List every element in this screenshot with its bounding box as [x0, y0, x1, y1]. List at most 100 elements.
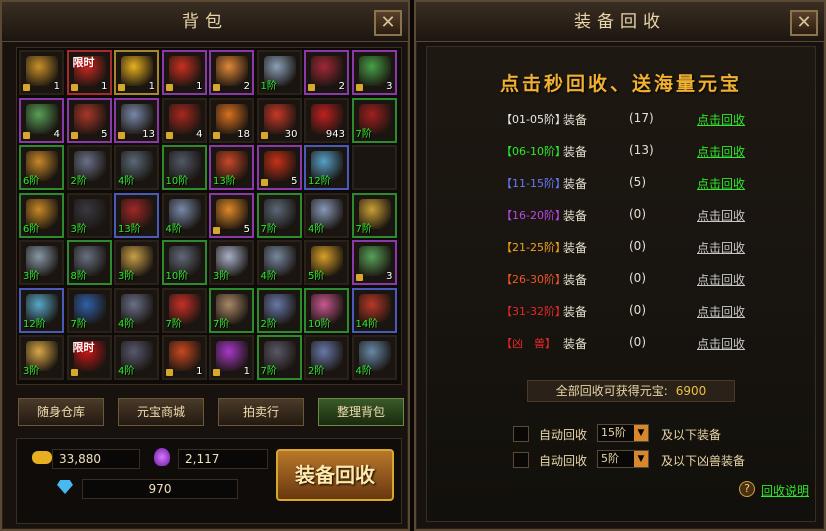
bag-slot[interactable]: 4阶 — [304, 192, 349, 238]
bag-slot[interactable]: 4阶 — [351, 335, 397, 380]
bag-slot[interactable]: 7阶 — [351, 97, 397, 143]
bag-slot[interactable]: 3 — [351, 50, 397, 95]
bag-slot[interactable]: 8阶 — [66, 240, 112, 285]
help-icon[interactable]: ? — [739, 481, 755, 497]
tier-range: 【31-32阶】 — [501, 305, 566, 318]
item-level: 7阶 — [260, 223, 277, 235]
bag-slot[interactable]: 2阶 — [66, 145, 112, 190]
recycle-row: 【16-20阶】 装备 (0) 点击回收 — [501, 207, 801, 225]
tier-count: (0) — [629, 239, 646, 253]
item-count: 5 — [101, 128, 108, 140]
bag-slot[interactable]: 限时 — [66, 335, 112, 380]
auto-recycle-checkbox[interactable] — [513, 426, 529, 442]
bag-slot[interactable]: 3阶 — [19, 240, 64, 285]
equipment-recycle-button[interactable]: 装备回收 — [276, 449, 394, 501]
bag-slot[interactable]: 13阶 — [114, 192, 159, 238]
bag-slot[interactable]: 4阶 — [161, 192, 207, 238]
bag-slot[interactable]: 10阶 — [161, 240, 207, 285]
bag-slot[interactable]: 12阶 — [19, 287, 64, 333]
bag-slot[interactable]: 13 — [114, 97, 159, 143]
warehouse-button[interactable]: 随身仓库 — [18, 398, 104, 426]
bag-slot[interactable]: 6阶 — [19, 192, 64, 238]
bag-slot[interactable]: 2 — [209, 50, 254, 95]
recycle-title: 装备回收 — [416, 2, 824, 42]
bag-slot[interactable]: 4阶 — [114, 145, 159, 190]
item-level: 13阶 — [213, 176, 236, 187]
bag-slot[interactable]: 1 — [161, 335, 207, 380]
bag-slot[interactable]: 1 — [19, 50, 64, 95]
bag-slot[interactable]: 6阶 — [19, 145, 64, 190]
sort-bag-button[interactable]: 整理背包 — [318, 398, 404, 426]
tier-range: 【26-30阶】 — [501, 273, 566, 286]
item-count: 13 — [142, 128, 155, 140]
shop-button[interactable]: 元宝商城 — [118, 398, 204, 426]
recycle-link[interactable]: 点击回收 — [697, 335, 745, 352]
bag-slot[interactable]: 7阶 — [256, 335, 302, 380]
item-level: 5阶 — [308, 271, 325, 282]
recycle-link[interactable]: 点击回收 — [697, 207, 745, 224]
tier-range: 【11-15阶】 — [501, 177, 566, 190]
bag-slot[interactable]: 1阶 — [256, 50, 302, 95]
bag-close-button[interactable]: ✕ — [374, 10, 402, 36]
recycle-close-button[interactable]: ✕ — [790, 10, 818, 36]
bag-slot[interactable]: 7阶 — [351, 192, 397, 238]
auto-recycle-level-select[interactable]: 15阶 ▼ — [597, 424, 649, 442]
recycle-link[interactable]: 点击回收 — [697, 239, 745, 256]
bag-slot[interactable]: 30 — [256, 97, 302, 143]
tier-range: 【01-05阶】 — [501, 113, 566, 126]
bag-slot[interactable]: 3阶 — [19, 335, 64, 380]
recycle-row: 【凶 兽】 装备 (0) 点击回收 — [501, 335, 801, 353]
bag-slot[interactable]: 限时 1 — [66, 50, 112, 95]
auction-button[interactable]: 拍卖行 — [218, 398, 304, 426]
bag-slot[interactable]: 3阶 — [114, 240, 159, 285]
item-count: 3 — [386, 271, 393, 282]
auto-recycle-beast-label: 自动回收 — [539, 454, 588, 468]
recycle-link[interactable]: 点击回收 — [697, 303, 745, 320]
bag-slot[interactable]: 943 — [304, 97, 349, 143]
bag-slot[interactable]: 18 — [209, 97, 254, 143]
bag-slot[interactable]: 3 — [351, 240, 397, 285]
bag-slot[interactable]: 7阶 — [209, 287, 254, 333]
bag-slot[interactable]: 3阶 — [209, 240, 254, 285]
bag-slot[interactable]: 5 — [66, 97, 112, 143]
bag-slot[interactable]: 5阶 — [304, 240, 349, 285]
bag-slot[interactable]: 2阶 — [256, 287, 302, 333]
recycle-row: 【26-30阶】 装备 (0) 点击回收 — [501, 271, 801, 289]
bag-slot[interactable]: 14阶 — [351, 287, 397, 333]
bag-slot[interactable]: 4阶 — [114, 335, 159, 380]
bag-slot[interactable]: 7阶 — [161, 287, 207, 333]
bag-slot[interactable]: 4 — [161, 97, 207, 143]
recycle-help-link[interactable]: 回收说明 — [761, 482, 809, 499]
item-count: 2 — [338, 81, 345, 92]
item-level: 7阶 — [355, 128, 372, 140]
bag-slot[interactable]: 1 — [114, 50, 159, 95]
bag-slot[interactable]: 13阶 — [209, 145, 254, 190]
auto-recycle-beast-checkbox[interactable] — [513, 452, 529, 468]
tier-count: (0) — [629, 335, 646, 349]
bag-slot[interactable]: 4阶 — [114, 287, 159, 333]
bag-slot[interactable]: 4 — [19, 97, 64, 143]
bag-slot[interactable]: 2阶 — [304, 335, 349, 380]
bag-slot[interactable]: 7阶 — [256, 192, 302, 238]
bag-slot[interactable] — [351, 145, 397, 190]
bag-slot[interactable]: 5 — [209, 192, 254, 238]
auto-recycle-beast-level-select[interactable]: 5阶 ▼ — [597, 450, 649, 468]
recycle-link[interactable]: 点击回收 — [697, 143, 745, 160]
bag-slot[interactable]: 3阶 — [66, 192, 112, 238]
bag-slot[interactable]: 4阶 — [256, 240, 302, 285]
bag-slot[interactable]: 10阶 — [304, 287, 349, 333]
bag-slot[interactable]: 12阶 — [304, 145, 349, 190]
bag-slot[interactable]: 2 — [304, 50, 349, 95]
bag-slot[interactable]: 7阶 — [66, 287, 112, 333]
recycle-link[interactable]: 点击回收 — [697, 111, 745, 128]
bag-slot[interactable]: 5 — [256, 145, 302, 190]
bag-slot[interactable]: 1 — [161, 50, 207, 95]
item-level: 2阶 — [308, 366, 325, 377]
tier-range: 【16-20阶】 — [501, 209, 566, 222]
bag-slot[interactable]: 10阶 — [161, 145, 207, 190]
recycle-slogan: 点击秒回收、送海量元宝 — [499, 73, 742, 95]
bag-slot[interactable]: 1 — [209, 335, 254, 380]
lock-icon — [260, 179, 268, 186]
recycle-link[interactable]: 点击回收 — [697, 175, 745, 192]
recycle-link[interactable]: 点击回收 — [697, 271, 745, 288]
